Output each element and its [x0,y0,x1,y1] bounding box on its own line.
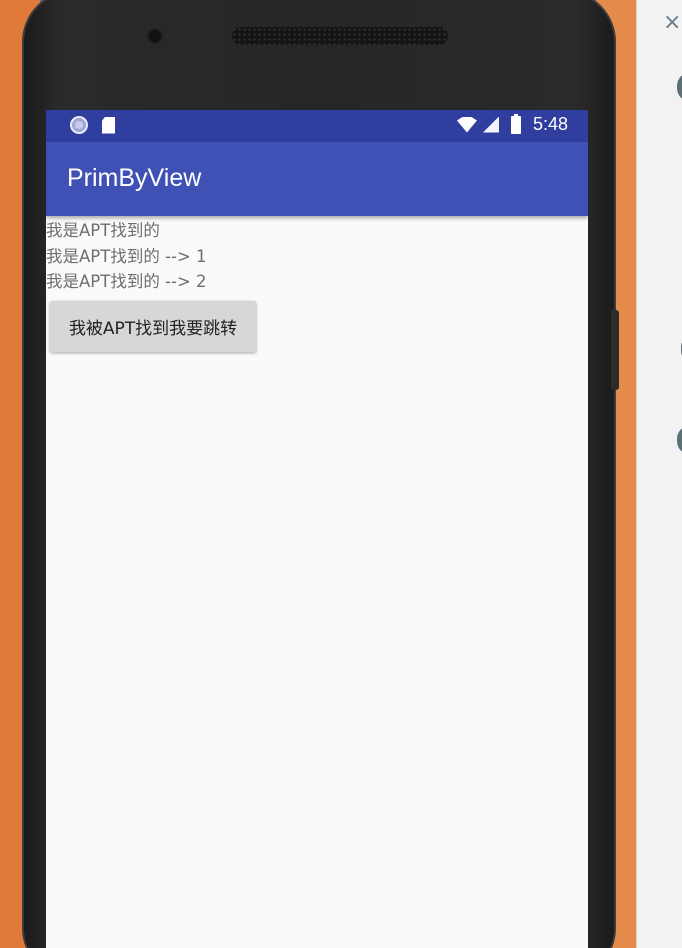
wifi-icon [456,116,477,133]
main-content: 我是APT找到的 我是APT找到的 --> 1 我是APT找到的 --> 2 我… [46,216,588,352]
text-line-1: 我是APT找到的 [46,221,160,240]
front-camera [149,30,161,42]
jump-button[interactable]: 我被APT找到我要跳转 [50,300,256,352]
loading-circle-icon [70,116,88,134]
phone-screen: 5:48 PrimByView 我是APT找到的 我是APT找到的 --> 1 … [46,110,588,948]
power-icon[interactable] [677,72,682,102]
app-title: PrimByView [67,164,202,192]
earpiece-speaker [232,27,448,45]
app-bar: PrimByView [46,142,588,216]
status-time: 5:48 [532,114,568,134]
sd-card-icon [102,116,115,134]
text-line-3: 我是APT找到的 --> 2 [46,272,207,291]
battery-icon [510,113,521,134]
rotate-right-icon[interactable] [677,425,682,455]
text-line-2: 我是APT找到的 --> 1 [46,246,207,266]
volume-button[interactable] [611,310,619,390]
status-bar: 5:48 [46,110,588,142]
close-icon[interactable]: × [663,10,681,35]
emulator-toolbar: × [636,0,682,948]
signal-icon [482,116,499,133]
